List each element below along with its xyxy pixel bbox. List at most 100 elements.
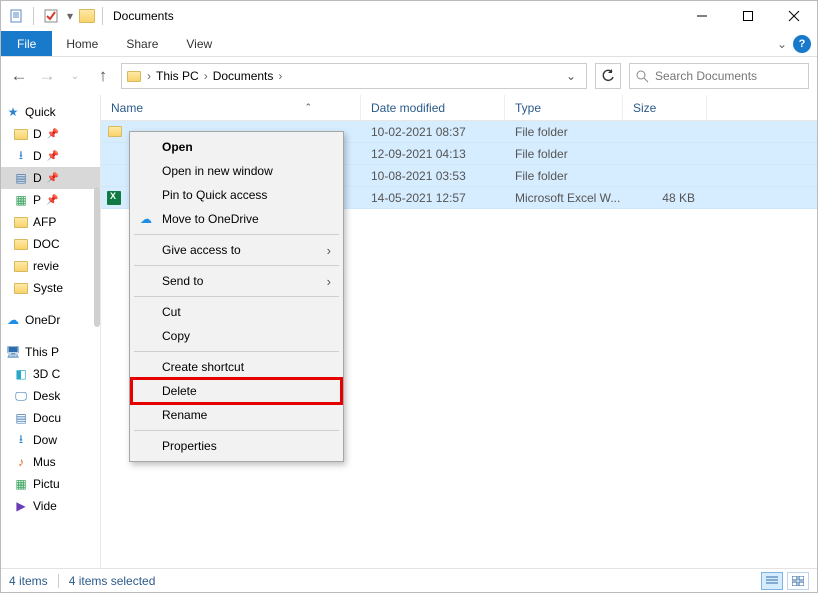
menu-cut[interactable]: Cut — [132, 300, 341, 324]
menu-separator — [134, 430, 339, 431]
sidebar-item[interactable]: Syste — [1, 277, 100, 299]
this-pc-group[interactable]: 🖥This P — [1, 341, 100, 363]
status-bar: 4 items 4 items selected — [1, 568, 817, 592]
sidebar-item[interactable]: ▤Docu — [1, 407, 100, 429]
menu-copy[interactable]: Copy — [132, 324, 341, 348]
menu-separator — [134, 265, 339, 266]
cube-icon: ◧ — [13, 366, 29, 382]
sidebar-item[interactable]: D📌 — [1, 123, 100, 145]
menu-send-to[interactable]: Send to› — [132, 269, 341, 293]
column-type[interactable]: Type — [505, 95, 623, 120]
desktop-icon: 🖵 — [13, 388, 29, 404]
menu-open-new-window[interactable]: Open in new window — [132, 159, 341, 183]
address-dropdown-icon[interactable]: ⌄ — [560, 69, 582, 83]
pin-icon: 📌 — [47, 151, 59, 162]
pin-icon: 📌 — [47, 173, 59, 184]
check-qat-icon[interactable] — [40, 5, 62, 27]
menu-create-shortcut[interactable]: Create shortcut — [132, 355, 341, 379]
sidebar-item[interactable]: revie — [1, 255, 100, 277]
sidebar-item[interactable]: ▦P📌 — [1, 189, 100, 211]
quick-access-group[interactable]: ★ Quick — [1, 101, 100, 123]
scrollbar[interactable] — [94, 187, 100, 327]
search-input[interactable]: Search Documents — [629, 63, 809, 89]
maximize-button[interactable] — [725, 1, 771, 31]
refresh-button[interactable] — [595, 63, 621, 89]
share-tab[interactable]: Share — [112, 31, 172, 56]
file-tab[interactable]: File — [1, 31, 52, 56]
navigation-pane: ★ Quick D📌 ⭳D📌 ▤D📌 ▦P📌 AFP DOC revie Sys… — [1, 95, 101, 568]
chevron-right-icon[interactable]: › — [144, 69, 154, 83]
forward-button[interactable]: → — [37, 66, 57, 86]
folder-icon — [13, 280, 29, 296]
column-date[interactable]: Date modified — [361, 95, 505, 120]
qat-dropdown-icon[interactable]: ▾ — [64, 5, 76, 27]
sidebar-item[interactable]: ⭳Dow — [1, 429, 100, 451]
minimize-button[interactable] — [679, 1, 725, 31]
selection-count: 4 items selected — [69, 574, 156, 588]
folder-icon — [13, 214, 29, 230]
breadcrumb-this-pc[interactable]: This PC — [156, 69, 199, 83]
context-menu: Open Open in new window Pin to Quick acc… — [129, 131, 344, 462]
sort-indicator-icon: ⌃ — [304, 102, 312, 113]
up-button[interactable]: ↑ — [93, 66, 113, 86]
menu-pin-quick-access[interactable]: Pin to Quick access — [132, 183, 341, 207]
sidebar-item[interactable]: ⭳D📌 — [1, 145, 100, 167]
sidebar-item[interactable]: ♪Mus — [1, 451, 100, 473]
document-icon: ▤ — [13, 170, 29, 186]
star-icon: ★ — [5, 104, 21, 120]
pictures-icon: ▦ — [13, 192, 29, 208]
properties-qat-icon[interactable] — [5, 5, 27, 27]
sidebar-item[interactable]: 🖵Desk — [1, 385, 100, 407]
back-button[interactable]: ← — [9, 66, 29, 86]
sidebar-item[interactable]: ◧3D C — [1, 363, 100, 385]
chevron-right-icon[interactable]: › — [275, 69, 285, 83]
recent-dropdown-icon[interactable]: ⌄ — [65, 66, 85, 86]
search-placeholder: Search Documents — [655, 69, 757, 83]
ribbon-tabs: File Home Share View ⌄ ? — [1, 31, 817, 57]
pin-icon: 📌 — [46, 195, 58, 206]
sidebar-item[interactable]: DOC — [1, 233, 100, 255]
menu-move-onedrive[interactable]: ☁ Move to OneDrive — [132, 207, 341, 231]
help-icon[interactable]: ? — [793, 35, 811, 53]
ribbon-collapse-icon[interactable]: ⌄ — [777, 37, 787, 51]
download-icon: ⭳ — [13, 148, 29, 164]
sidebar-label: Quick — [25, 105, 56, 119]
sidebar-item-current[interactable]: ▤D📌 — [1, 167, 100, 189]
details-view-button[interactable] — [761, 572, 783, 590]
menu-properties[interactable]: Properties — [132, 434, 341, 458]
item-count: 4 items — [9, 574, 48, 588]
navigation-bar: ← → ⌄ ↑ › This PC › Documents › ⌄ Search… — [1, 57, 817, 95]
menu-open[interactable]: Open — [132, 135, 341, 159]
menu-separator — [134, 234, 339, 235]
menu-give-access[interactable]: Give access to› — [132, 238, 341, 262]
menu-delete[interactable]: Delete — [132, 379, 341, 403]
home-tab[interactable]: Home — [52, 31, 112, 56]
menu-separator — [134, 351, 339, 352]
column-name[interactable]: Name ⌃ — [101, 95, 361, 120]
video-icon: ▶ — [13, 498, 29, 514]
folder-icon — [126, 68, 142, 84]
onedrive-group[interactable]: ☁OneDr — [1, 309, 100, 331]
cloud-icon: ☁ — [5, 312, 21, 328]
column-size[interactable]: Size — [623, 95, 707, 120]
sidebar-item[interactable]: ▶Vide — [1, 495, 100, 517]
view-tab[interactable]: View — [172, 31, 226, 56]
sidebar-item[interactable]: AFP — [1, 211, 100, 233]
pc-icon: 🖥 — [5, 344, 21, 360]
document-icon: ▤ — [13, 410, 29, 426]
chevron-right-icon[interactable]: › — [201, 69, 211, 83]
quick-access-toolbar: ▾ — [1, 5, 76, 27]
pin-icon: 📌 — [47, 129, 59, 140]
folder-icon — [13, 126, 29, 142]
address-bar[interactable]: › This PC › Documents › ⌄ — [121, 63, 587, 89]
breadcrumb-documents[interactable]: Documents — [213, 69, 274, 83]
sidebar-item[interactable]: ▦Pictu — [1, 473, 100, 495]
excel-icon — [107, 191, 121, 205]
submenu-arrow-icon: › — [327, 243, 331, 258]
cloud-icon: ☁ — [138, 211, 154, 227]
large-icons-view-button[interactable] — [787, 572, 809, 590]
close-button[interactable] — [771, 1, 817, 31]
window-title: Documents — [107, 9, 174, 23]
menu-rename[interactable]: Rename — [132, 403, 341, 427]
folder-icon — [13, 236, 29, 252]
